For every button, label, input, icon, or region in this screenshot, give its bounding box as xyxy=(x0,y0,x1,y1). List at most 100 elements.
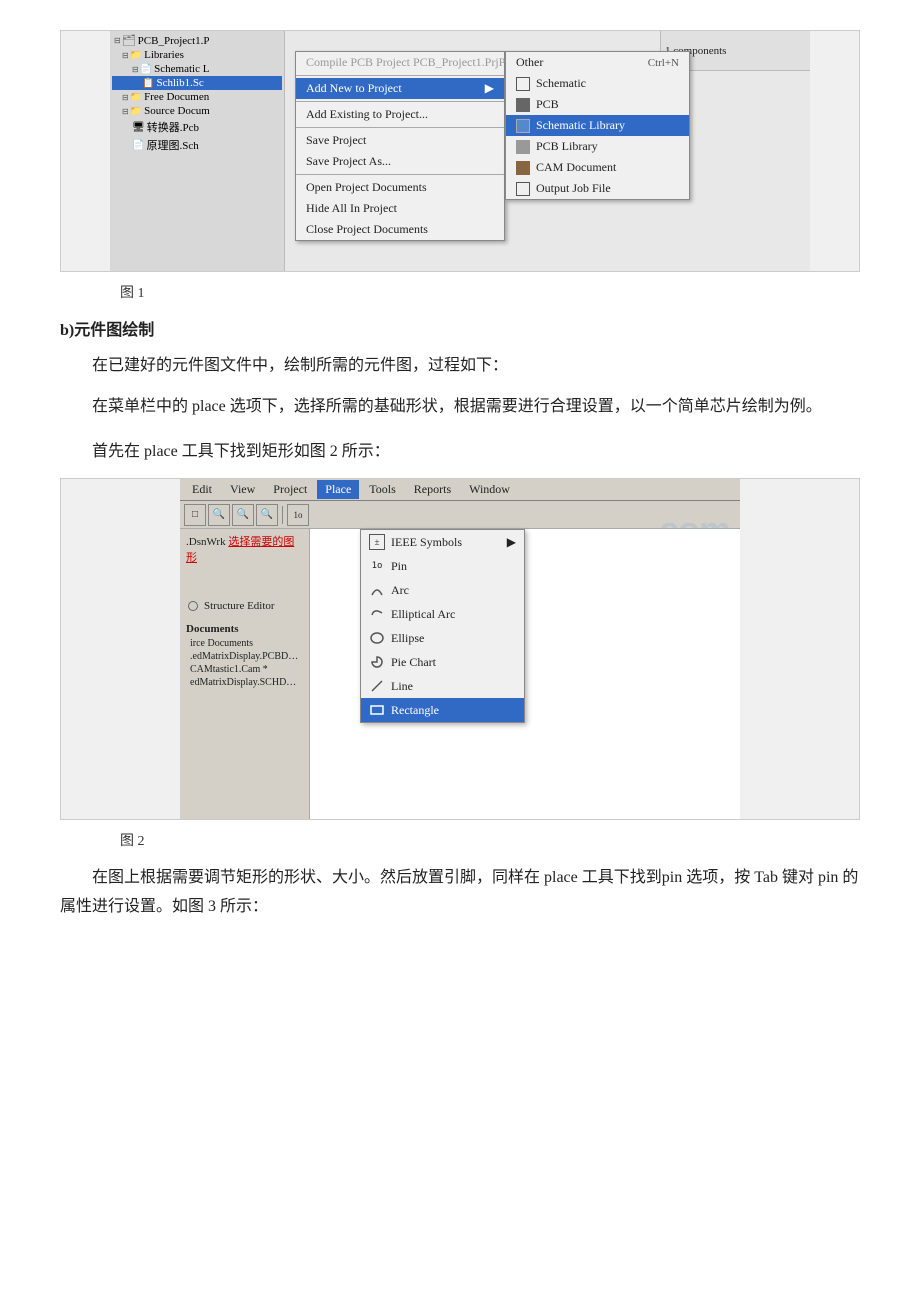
fig1-window: ⊟ 🗂 PCB_Project1.P ⊟ 📁 Libraries ⊟ 📄 Sch… xyxy=(110,31,810,271)
menu-save-project-label: Save Project xyxy=(306,133,366,147)
radio-icon xyxy=(188,601,198,611)
file-item-2: .edMatrixDisplay.PCBDOC xyxy=(182,650,307,663)
figure2-container: .com Edit View Project Place Tools Repor… xyxy=(60,478,860,820)
toolbar-btn-zoom2[interactable]: 🔍 xyxy=(232,504,254,526)
submenu-schematic-label: Schematic xyxy=(536,76,586,91)
menu-compile: Compile PCB Project PCB_Project1.PrjPCB xyxy=(296,52,504,73)
rect-icon xyxy=(369,702,385,718)
submenu-pcb[interactable]: PCB xyxy=(506,94,689,115)
submenu-other[interactable]: Other Ctrl+N xyxy=(506,52,689,73)
menu-view[interactable]: View xyxy=(222,480,263,499)
dsnwrk-label: .DsnWrk xyxy=(186,536,228,548)
sep3 xyxy=(296,127,504,128)
tree-item-schlib1[interactable]: 📋 Schlib1.Sc xyxy=(112,76,282,90)
menu-save-project[interactable]: Save Project xyxy=(296,130,504,151)
tree-item-project: ⊟ 🗂 PCB_Project1.P xyxy=(112,33,282,48)
menu-hide-all[interactable]: Hide All In Project xyxy=(296,198,504,219)
menu-project[interactable]: Project xyxy=(265,480,315,499)
submenu-other-shortcut: Ctrl+N xyxy=(648,57,679,69)
submenu-cam[interactable]: CAM Document xyxy=(506,157,689,178)
submenu-cam-icon xyxy=(516,161,530,175)
file-item-1: irce Documents xyxy=(182,637,307,650)
menu-edit[interactable]: Edit xyxy=(184,480,220,499)
menu-open-docs[interactable]: Open Project Documents xyxy=(296,177,504,198)
fig2-toolbar: □ 🔍 🔍 🔍 1o xyxy=(180,501,740,529)
submenu-schlib[interactable]: Schematic Library xyxy=(506,115,689,136)
place-ellipse[interactable]: Ellipse xyxy=(361,626,524,650)
submenu-arrow: ▶ xyxy=(485,81,494,96)
place-pie[interactable]: Pie Chart xyxy=(361,650,524,674)
submenu-pcblib[interactable]: PCB Library xyxy=(506,136,689,157)
context-menu[interactable]: Compile PCB Project PCB_Project1.PrjPCB … xyxy=(295,51,505,241)
structure-editor-label: Structure Editor xyxy=(204,600,275,612)
menu-add-existing[interactable]: Add Existing to Project... xyxy=(296,104,504,125)
tree-label-freedoc: Free Documen xyxy=(144,91,209,103)
ellipse-icon xyxy=(369,630,385,646)
menu-tools[interactable]: Tools xyxy=(361,480,404,499)
menu-add-new[interactable]: Add New to Project ▶ xyxy=(296,78,504,99)
fig2-left-panel: .DsnWrk 选择需要的图形 Structure Editor Documen… xyxy=(180,529,310,819)
documents-section: Documents xyxy=(182,621,307,637)
figure1-container: ⊟ 🗂 PCB_Project1.P ⊟ 📁 Libraries ⊟ 📄 Sch… xyxy=(60,30,860,272)
toolbar-btn-select[interactable]: □ xyxy=(184,504,206,526)
submenu-cam-label: CAM Document xyxy=(536,160,616,175)
submenu-schematic[interactable]: Schematic xyxy=(506,73,689,94)
pin-icon: 1o xyxy=(369,558,385,574)
tree-expand-libs: ⊟ xyxy=(122,51,129,60)
submenu-schlib-icon xyxy=(516,119,530,133)
tree-label-libraries: Libraries xyxy=(144,49,184,61)
tree-label-schlib: Schematic L xyxy=(154,63,209,75)
menu-close-docs-label: Close Project Documents xyxy=(306,222,428,236)
tree-label-project: PCB_Project1.P xyxy=(138,35,210,47)
place-elliptical-arc-label: Elliptical Arc xyxy=(391,607,455,622)
sch-icon: 📄 xyxy=(132,140,144,151)
submenu-pcblib-icon xyxy=(516,140,530,154)
section-b-heading: b)元件图绘制 xyxy=(60,316,860,340)
elliptical-arc-icon xyxy=(369,606,385,622)
menu-place[interactable]: Place xyxy=(317,480,359,499)
tree-label-sch: 原理图.Sch xyxy=(146,137,198,153)
place-ieee[interactable]: ± IEEE Symbols ▶ xyxy=(361,530,524,554)
file-item-4: edMatrixDisplay.SCHDOC xyxy=(182,676,307,689)
toolbar-btn-zoom1[interactable]: 🔍 xyxy=(208,504,230,526)
tree-expand-icon: ⊟ xyxy=(114,36,121,45)
menu-reports-label: Reports xyxy=(414,482,451,496)
submenu-schematic-icon xyxy=(516,77,530,91)
fig2-caption: 图 2 xyxy=(120,830,860,850)
submenu-output[interactable]: Output Job File xyxy=(506,178,689,199)
menu-reports[interactable]: Reports xyxy=(406,480,459,499)
menu-window[interactable]: Window xyxy=(461,480,518,499)
menu-close-docs[interactable]: Close Project Documents xyxy=(296,219,504,240)
place-rectangle[interactable]: Rectangle xyxy=(361,698,524,722)
place-pin[interactable]: 1o Pin xyxy=(361,554,524,578)
submenu-pcb-icon xyxy=(516,98,530,112)
menu-place-label: Place xyxy=(325,482,351,496)
menu-hide-all-label: Hide All In Project xyxy=(306,201,397,215)
tree-item-freedoc: ⊟ 📁 Free Documen xyxy=(112,90,282,104)
paragraph1: 在已建好的元件图文件中，绘制所需的元件图，过程如下： xyxy=(60,352,860,381)
place-line[interactable]: Line xyxy=(361,674,524,698)
place-elliptical-arc[interactable]: Elliptical Arc xyxy=(361,602,524,626)
menu-open-docs-label: Open Project Documents xyxy=(306,180,427,194)
toolbar-btn-zoom3[interactable]: 🔍 xyxy=(256,504,278,526)
place-rectangle-label: Rectangle xyxy=(391,703,439,718)
sep4 xyxy=(296,174,504,175)
schlib-icon: 📄 xyxy=(140,64,152,75)
submenu-add-new[interactable]: Other Ctrl+N Schematic PCB Schematic Lib… xyxy=(505,51,690,200)
schlib1-icon: 📋 xyxy=(142,78,154,89)
dsnwrk-item: .DsnWrk 选择需要的图形 xyxy=(182,531,307,567)
ieee-arrow: ▶ xyxy=(507,535,516,550)
submenu-pcblib-label: PCB Library xyxy=(536,139,598,154)
place-dropdown-menu[interactable]: ± IEEE Symbols ▶ 1o Pin xyxy=(360,529,525,723)
place-ieee-label: IEEE Symbols xyxy=(391,535,462,550)
menu-save-as[interactable]: Save Project As... xyxy=(296,151,504,172)
paragraph3: 首先在 place 工具下找到矩形如图 2 所示： xyxy=(60,438,860,467)
toolbar-btn-pin[interactable]: 1o xyxy=(287,504,309,526)
submenu-output-label: Output Job File xyxy=(536,181,611,196)
menubar: Edit View Project Place Tools Reports Wi… xyxy=(180,479,740,501)
ieee-icon: ± xyxy=(369,534,385,550)
tree-item-pcbfile: 🖥 转换器.Pcb xyxy=(112,118,282,136)
folder-icon-sourcedoc: 📁 xyxy=(130,106,142,117)
place-arc[interactable]: Arc xyxy=(361,578,524,602)
place-line-label: Line xyxy=(391,679,413,694)
